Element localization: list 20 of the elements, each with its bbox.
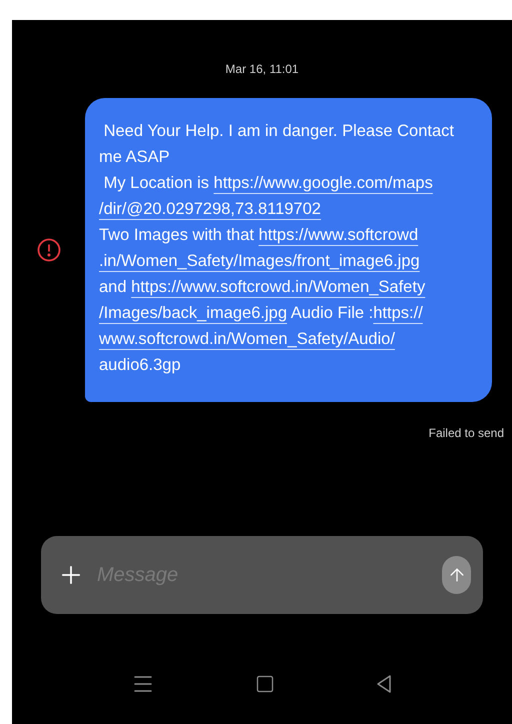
message-text: Audio File :: [290, 304, 374, 322]
status-text: Failed to send: [428, 425, 504, 442]
message-text: me ASAP: [99, 148, 170, 166]
message-text: and: [99, 278, 128, 296]
message-link[interactable]: https://www.softcrowd: [258, 226, 418, 244]
message-text: Two Images with that: [99, 226, 255, 244]
send-button[interactable]: [442, 556, 471, 594]
message-link[interactable]: https://www.softcrowd.in/Women_Safety: [131, 278, 426, 296]
message-link[interactable]: .in/Women_Safety/Images/front_image6.jpg: [99, 252, 420, 270]
message-text: audio6.3gp: [99, 356, 181, 374]
message-link[interactable]: /dir/@20.0297298,73.8119702: [99, 200, 321, 218]
message-link[interactable]: https://: [373, 304, 423, 322]
timestamp: Mar 16, 11:01: [225, 61, 299, 78]
message-link[interactable]: www.softcrowd.in/Women_Safety/Audio/: [99, 330, 395, 348]
message-link[interactable]: /Images/back_image6.jpg: [99, 304, 288, 322]
message-text: My Location is: [102, 174, 210, 192]
back-icon[interactable]: [375, 674, 393, 694]
message-link[interactable]: https://www.google.com/maps: [214, 174, 433, 192]
home-icon[interactable]: [255, 674, 275, 694]
message-text: Need Your Help. I am in danger. Please Contact: [102, 122, 454, 140]
